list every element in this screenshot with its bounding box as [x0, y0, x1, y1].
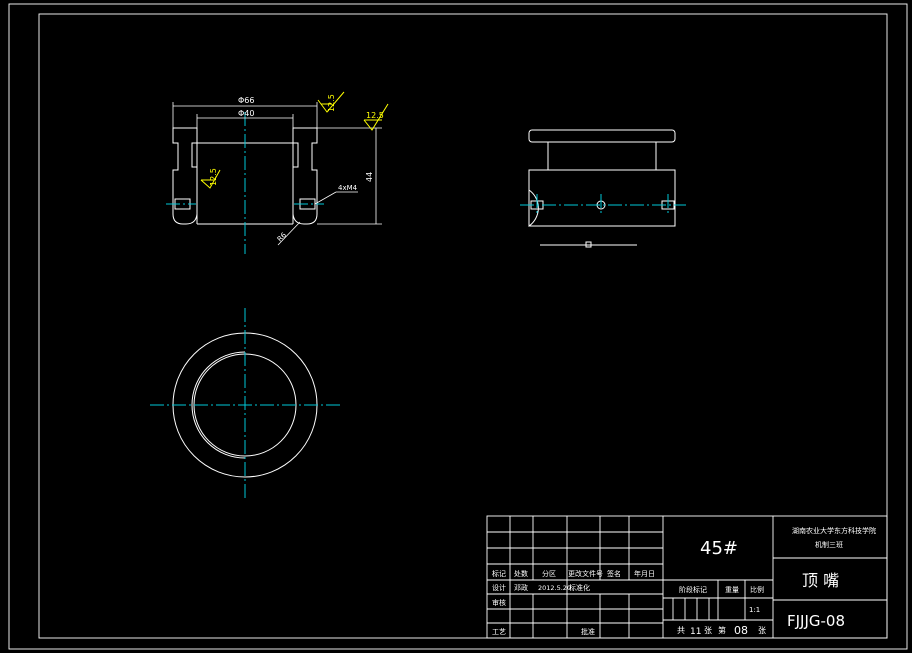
holes-leader	[314, 191, 337, 205]
side-flange	[528, 129, 676, 143]
dim-height-label: 44	[365, 172, 374, 182]
front-section-view: Φ66 Φ40 44 4xM4 R6 12.5 12.5 12.5	[166, 91, 389, 254]
tb-date: 年月日	[634, 569, 655, 578]
tb-mark: 标记	[492, 569, 506, 578]
tb-review: 审核	[492, 598, 506, 607]
roughness-symbol-side: 12.5	[200, 168, 221, 189]
right-wall-section	[292, 127, 318, 225]
tb-sheet-no: 08	[734, 624, 748, 637]
tb-total-prefix: 共	[677, 626, 685, 635]
cad-drawing: Φ66 Φ40 44 4xM4 R6 12.5 12.5 12.5 标记 处数 …	[8, 3, 908, 650]
roughness-symbol-general: 12.5	[363, 103, 389, 131]
title-block: 标记 处数 分区 更改文件号 签名 年月日 设计 邓政 2012.5.20 标准…	[486, 515, 888, 639]
inner-border	[38, 13, 888, 639]
tb-university: 湖南农业大学东方科技学院	[792, 526, 876, 535]
outer-border	[8, 3, 908, 650]
side-view	[520, 129, 686, 248]
roughness-side-value: 12.5	[209, 168, 218, 186]
tb-standardize: 标准化	[569, 583, 590, 592]
tb-major: 机制三班	[815, 540, 843, 549]
roughness-top-value: 12.5	[327, 94, 336, 112]
tb-sheet-prefix: 第	[718, 625, 726, 635]
tb-material: 45#	[700, 538, 738, 559]
radius-label: R6	[276, 231, 289, 244]
tb-weight-label: 重量	[725, 586, 739, 594]
tb-sheet-unit: 张	[758, 626, 766, 635]
tb-zone: 分区	[542, 569, 556, 578]
holes-label: 4xM4	[338, 184, 358, 192]
tb-total-sheets: 11	[690, 627, 701, 637]
tb-process: 工艺	[492, 628, 506, 636]
tb-stage-label: 阶段标记	[679, 585, 707, 594]
roughness-general-value: 12.5	[366, 111, 384, 120]
tb-scale-value: 1:1	[749, 606, 760, 614]
roughness-symbol-top: 12.5	[317, 91, 345, 113]
tb-signature: 签名	[607, 569, 621, 578]
tb-count: 处数	[514, 569, 528, 578]
side-body	[528, 169, 676, 227]
tb-change-doc: 更改文件号	[568, 569, 603, 578]
left-wall-section	[172, 127, 198, 225]
tb-part-name: 顶 嘴	[802, 571, 839, 590]
tb-approve: 批准	[581, 627, 595, 636]
tb-total-unit: 张	[704, 626, 712, 635]
tb-design: 设计	[492, 583, 506, 592]
tb-drawing-no: FJJJG-08	[787, 612, 845, 630]
top-view	[150, 308, 342, 500]
tb-design-date: 2012.5.20	[538, 584, 571, 592]
tb-designer: 邓政	[514, 583, 528, 592]
side-neck	[547, 141, 657, 171]
tb-scale-label: 比例	[750, 585, 764, 594]
dim-inner-label: Φ40	[238, 109, 254, 118]
dim-outer-label: Φ66	[238, 96, 254, 105]
